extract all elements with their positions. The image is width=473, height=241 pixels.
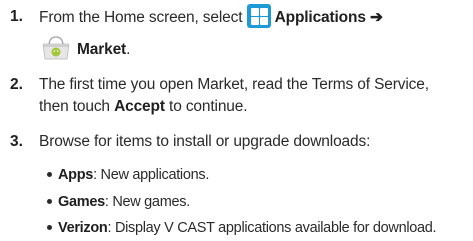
bullet-icon bbox=[47, 171, 52, 177]
step-number: 3. bbox=[10, 133, 23, 150]
list-item: Verizon: Display V CAST applications ava… bbox=[47, 218, 437, 238]
arrow-glyph: ➔ bbox=[369, 9, 383, 27]
step-text: From the Home screen, select Application… bbox=[39, 4, 383, 30]
applications-grid-icon bbox=[246, 4, 271, 28]
market-bag-icon bbox=[39, 35, 73, 61]
bullet-icon bbox=[47, 198, 52, 204]
applications-label: Applications bbox=[274, 9, 366, 27]
bullet-icon bbox=[47, 224, 52, 230]
step-text: The first time you open Market, read the… bbox=[39, 76, 429, 93]
step-number: 1. bbox=[10, 8, 23, 25]
market-label: Market bbox=[77, 41, 127, 59]
step-number: 2. bbox=[10, 76, 23, 93]
instructions-page: 1. From the Home screen, select Applicat… bbox=[0, 0, 473, 241]
step-text: Browse for items to install or upgrade d… bbox=[39, 133, 371, 150]
accept-label: Accept bbox=[114, 98, 165, 115]
list-item: Games: New games. bbox=[47, 192, 190, 212]
list-item: Apps: New applications. bbox=[47, 165, 209, 185]
step-1-lead: From the Home screen, select bbox=[39, 9, 243, 27]
